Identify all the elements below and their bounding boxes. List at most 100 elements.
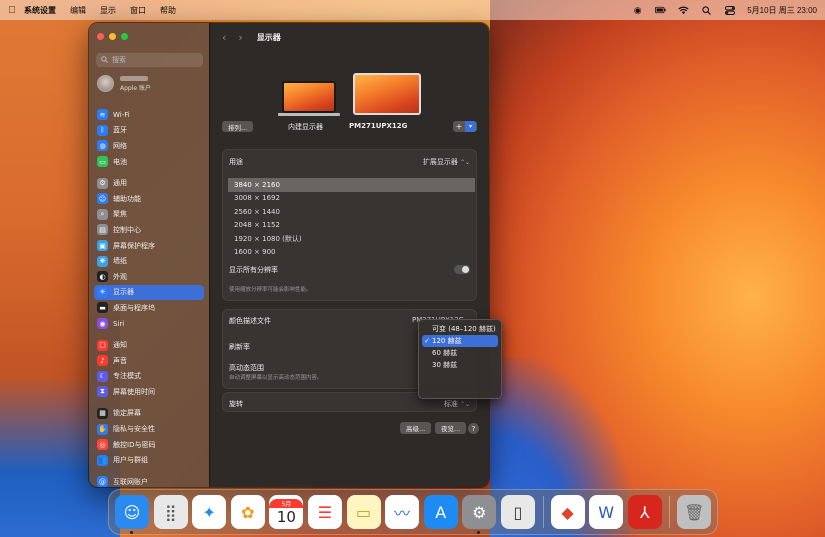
updown-chevron-icon: ⌃⌄ <box>459 401 470 408</box>
forward-chevron-icon[interactable]: › <box>238 31 242 44</box>
sidebar-item-label: 专注模式 <box>113 372 141 381</box>
rotation-select[interactable]: 标准 ⌃⌄ <box>444 399 470 409</box>
sidebar-item-battery[interactable]: ▭ 电池 <box>94 154 204 170</box>
external-display-thumbnail[interactable] <box>353 73 421 115</box>
wifi-status-icon[interactable] <box>678 5 689 16</box>
finder-icon[interactable]: ☺ <box>115 495 149 534</box>
spotlight-search-icon[interactable] <box>701 5 712 16</box>
sidebar-item-wallpaper[interactable]: ❋ 墙纸 <box>94 253 204 269</box>
sidebar-item-label: 互联网账户 <box>113 477 148 486</box>
sidebar-item-display[interactable]: ☀ 显示器 <box>94 284 204 301</box>
resolution-option[interactable]: 1600 × 900 <box>228 246 475 260</box>
app-store-icon[interactable]: A <box>423 495 458 529</box>
show-all-resolutions-toggle[interactable] <box>454 265 470 274</box>
sidebar-item-label: 蓝牙 <box>113 126 127 135</box>
resolution-option[interactable]: 3008 × 1692 <box>228 192 475 206</box>
arrange-button[interactable]: 排列... <box>222 121 254 132</box>
internet-accounts-icon: @ <box>97 476 108 487</box>
sidebar-item-screen-time[interactable]: ⧗ 屏幕使用时间 <box>94 384 204 400</box>
sidebar-item-label: 外观 <box>113 272 127 281</box>
sidebar-item-control-center[interactable]: ▤ 控制中心 <box>94 222 204 238</box>
iphone-mirroring-icon[interactable]: ▯ <box>500 495 535 529</box>
notes-icon[interactable]: ▭ <box>346 495 381 529</box>
menu-window[interactable]: 窗口 <box>130 5 146 16</box>
reminders-icon[interactable]: ☰ <box>307 495 342 529</box>
back-chevron-icon[interactable]: ‹ <box>222 31 226 44</box>
help-button[interactable]: ? <box>468 423 479 434</box>
sidebar-item-spotlight[interactable]: ⌕ 聚焦 <box>94 207 204 223</box>
sidebar-item-lock-screen[interactable]: ▦ 锁定屏幕 <box>94 406 204 422</box>
resolution-hint: 使用缩放分辨率可能会影响性能。 <box>229 287 312 293</box>
apple-menu-icon[interactable]:  <box>0 5 24 16</box>
battery-status-icon[interactable] <box>655 5 666 16</box>
sound-icon: ♪ <box>97 355 108 367</box>
sidebar-item-label: 锁定屏幕 <box>113 409 141 418</box>
calendar-icon[interactable]: 5月 10 <box>269 495 304 529</box>
apple-account[interactable]: Apple 账户 <box>97 75 151 92</box>
builtin-display-thumbnail[interactable] <box>282 81 336 113</box>
refresh-rate-option[interactable]: ✓ 120 赫兹 <box>422 335 498 347</box>
safari-icon[interactable]: ✦ <box>192 495 227 529</box>
trash-icon[interactable]: 🗑 <box>677 495 712 529</box>
sidebar-item-touchid[interactable]: ◎ 触控ID与密码 <box>94 437 204 453</box>
night-shift-button[interactable]: 夜览... <box>435 422 467 434</box>
sidebar-item-notification[interactable]: ▢ 通知 <box>94 337 204 353</box>
sidebar-item-appearance[interactable]: ◐ 外观 <box>94 269 204 285</box>
word-icon[interactable]: W <box>589 495 624 529</box>
sidebar-item-label: Siri <box>113 319 125 328</box>
refresh-rate-option-label: 120 赫兹 <box>432 337 462 345</box>
sidebar-item-label: 辅助功能 <box>113 194 141 203</box>
sidebar-item-wifi[interactable]: ≋ Wi-Fi <box>94 107 204 123</box>
sidebar-item-bluetooth[interactable]: ᛒ 蓝牙 <box>94 123 204 139</box>
resolution-option[interactable]: 1920 × 1080 (默认) <box>228 232 475 246</box>
freeform-icon[interactable]: 〰 <box>385 495 420 529</box>
resolution-option[interactable]: 3840 × 2160 <box>228 178 475 192</box>
window-controls <box>97 33 128 40</box>
sidebar-item-globe[interactable]: ◍ 网络 <box>94 138 204 154</box>
launchpad-icon[interactable]: ⣿ <box>153 495 188 529</box>
sidebar-item-internet-accounts[interactable]: @ 互联网账户 <box>94 474 204 487</box>
close-button[interactable] <box>97 33 104 40</box>
menu-edit[interactable]: 编辑 <box>70 5 86 16</box>
sidebar-item-sound[interactable]: ♪ 声音 <box>94 353 204 369</box>
sidebar-item-siri[interactable]: ◉ Siri <box>94 316 204 332</box>
rotation-value: 标准 <box>443 400 458 408</box>
sidebar-item-screensaver[interactable]: ▣ 屏幕保护程序 <box>94 238 204 254</box>
sidebar-item-focus[interactable]: ☾ 专注模式 <box>94 369 204 385</box>
pdf-app-icon[interactable]: ◆ <box>550 495 585 529</box>
refresh-rate-option[interactable]: 60 赫兹 <box>422 347 498 359</box>
sidebar-item-gear[interactable]: ⚙ 通用 <box>94 175 204 191</box>
menu-view[interactable]: 显示 <box>100 5 116 16</box>
notification-icon: ▢ <box>97 339 108 351</box>
sidebar-item-dock[interactable]: ▬ 桌面与程序坞 <box>94 300 204 316</box>
calendar-month: 5月 <box>269 498 304 508</box>
status-app-icon[interactable]: ◉ <box>632 5 643 16</box>
acrobat-icon[interactable]: ⅄ <box>627 495 662 529</box>
sidebar-item-accessibility[interactable]: ☺ 辅助功能 <box>94 191 204 207</box>
content-header: ‹ › 显示器 <box>210 23 489 51</box>
photos-icon[interactable]: ✿ <box>230 495 265 529</box>
resolution-option[interactable]: 2560 × 1440 <box>228 205 475 219</box>
use-as-select[interactable]: 扩展显示器 ⌃⌄ <box>423 157 470 167</box>
menu-help[interactable]: 帮助 <box>160 5 176 16</box>
add-display-button[interactable]: + ▾ <box>453 121 477 132</box>
sidebar-item-privacy[interactable]: ✋ 隐私与安全性 <box>94 421 204 437</box>
refresh-rate-option-label: 30 赫兹 <box>432 361 458 369</box>
system-settings-icon[interactable]: ⚙ <box>462 495 497 534</box>
sidebar-item-label: 用户与群组 <box>113 456 148 465</box>
bluetooth-icon: ᛒ <box>97 124 108 136</box>
sidebar-item-users[interactable]: 👥 用户与群组 <box>94 452 204 468</box>
refresh-rate-option[interactable]: 30 赫兹 <box>422 359 498 371</box>
sidebar-search-input[interactable]: 搜索 <box>96 53 203 67</box>
control-center-status-icon[interactable] <box>724 5 735 16</box>
resolution-option[interactable]: 2048 × 1152 <box>228 219 475 233</box>
menu-app-name[interactable]: 系统设置 <box>24 5 56 16</box>
menubar-clock[interactable]: 5月10日 周三 23:00 <box>747 5 817 16</box>
refresh-rate-option[interactable]: 可变 (48–120 赫兹) <box>422 323 498 335</box>
globe-icon: ◍ <box>97 140 108 152</box>
refresh-rate-option-label: 可变 (48–120 赫兹) <box>432 325 496 333</box>
zoom-button[interactable] <box>121 33 128 40</box>
advanced-button[interactable]: 高级... <box>400 422 432 434</box>
minimize-button[interactable] <box>109 33 116 40</box>
display-arrangement: 内建显示器 PM271UPX12G 排列... + ▾ <box>210 63 489 133</box>
